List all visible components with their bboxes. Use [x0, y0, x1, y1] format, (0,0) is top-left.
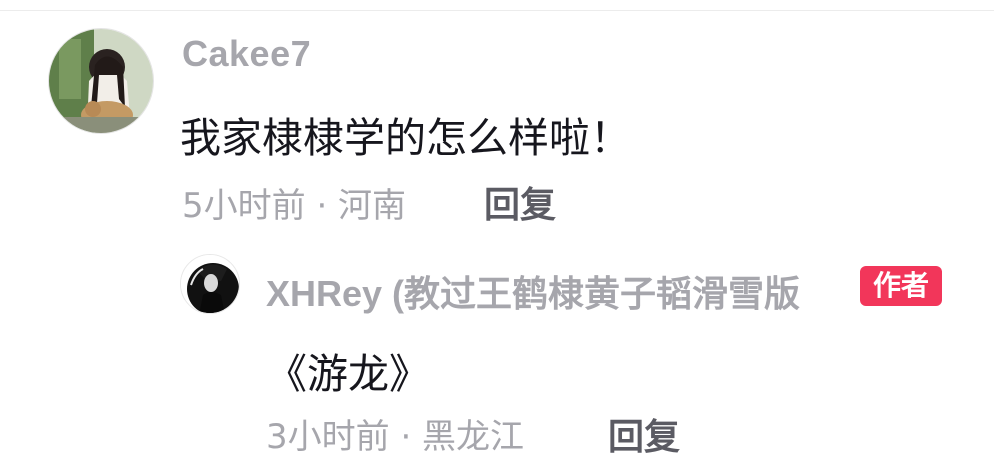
top-divider [0, 10, 994, 11]
avatar[interactable] [48, 28, 154, 134]
reply-username[interactable]: XHRey (教过王鹤棣黄子韬滑雪版 [266, 265, 856, 317]
comment-text: 我家棣棣学的怎么样啦！ [180, 114, 631, 162]
author-avatar-photo-icon [181, 255, 239, 313]
reply-meta: 3小时前 · 黑龙江 [266, 417, 525, 457]
reply-text: 《游龙》 [266, 350, 430, 398]
avatar[interactable] [180, 254, 240, 314]
comment-username[interactable]: Cakee7 [182, 33, 311, 75]
author-badge: 作者 [860, 266, 942, 306]
reply-button[interactable]: 回复 [608, 408, 680, 460]
avatar-photo-icon [49, 29, 153, 133]
reply-button[interactable]: 回复 [484, 176, 556, 228]
comment-meta: 5小时前 · 河南 [182, 186, 407, 226]
